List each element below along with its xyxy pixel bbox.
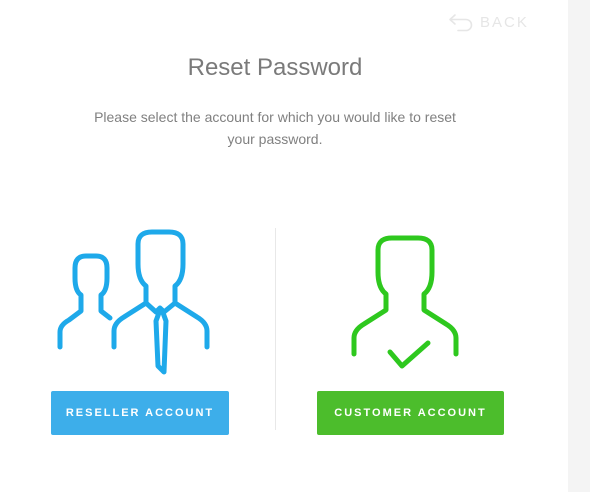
page-instruction: Please select the account for which you … — [94, 109, 456, 147]
option-divider — [275, 228, 276, 430]
users-with-tie-icon — [57, 229, 210, 375]
customer-account-button[interactable]: CUSTOMER ACCOUNT — [317, 391, 504, 435]
page-edge — [568, 0, 590, 492]
back-label: BACK — [480, 13, 529, 31]
user-check-icon — [351, 235, 459, 369]
reset-password-page: BACK Reset Password Please select the ac… — [0, 0, 590, 492]
undo-arrow-icon — [449, 14, 473, 32]
page-title: Reset Password — [187, 54, 363, 81]
back-link[interactable]: BACK — [448, 12, 529, 32]
reseller-account-button[interactable]: RESELLER ACCOUNT — [51, 391, 229, 435]
